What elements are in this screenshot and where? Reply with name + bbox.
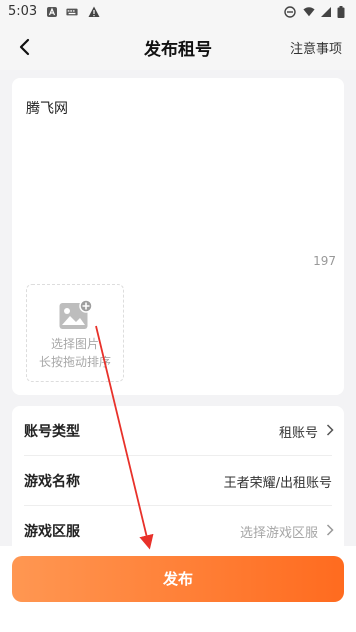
- content-card: 腾飞网 197 选择图片 长按拖动排序: [12, 78, 344, 395]
- form-row-game-name[interactable]: 游戏名称 王者荣耀/出租账号: [12, 456, 344, 505]
- status-time: 5:03: [8, 4, 38, 19]
- warning-icon: [88, 6, 100, 17]
- account-type-value: 租账号: [278, 426, 318, 441]
- form-card: 账号类型 租账号 游戏名称 王者荣耀/出租账号 游戏区服 选择游戏区服: [12, 406, 344, 556]
- char-count: 197: [313, 254, 336, 268]
- bottom-bar: 发布: [0, 546, 356, 632]
- publish-button[interactable]: 发布: [12, 556, 344, 602]
- a-icon: [47, 7, 57, 17]
- game-name-value: 王者荣耀/出租账号: [223, 476, 332, 491]
- wifi-icon: [303, 7, 315, 17]
- game-name-label: 游戏名称: [24, 474, 80, 490]
- picker-label-select: 选择图片: [50, 337, 99, 351]
- dnd-icon: [284, 6, 296, 18]
- keyboard-icon: [66, 8, 78, 16]
- game-server-placeholder: 选择游戏区服: [239, 526, 318, 541]
- battery-icon: [337, 6, 345, 18]
- description-textarea[interactable]: 腾飞网: [26, 98, 68, 118]
- account-type-label: 账号类型: [24, 424, 80, 440]
- status-bar: 5:03: [0, 0, 356, 24]
- chevron-right-icon: [326, 524, 334, 536]
- image-picker[interactable]: 选择图片 长按拖动排序: [26, 284, 124, 382]
- notice-link[interactable]: 注意事项: [290, 38, 342, 57]
- top-navbar: 发布租号 注意事项: [0, 24, 356, 70]
- chevron-right-icon: [326, 424, 334, 436]
- signal-icon: [321, 7, 331, 17]
- game-server-label: 游戏区服: [24, 524, 80, 540]
- add-image-icon: [59, 299, 93, 329]
- form-row-account-type[interactable]: 账号类型 租账号: [12, 406, 344, 455]
- picker-label-sort: 长按拖动排序: [38, 355, 111, 369]
